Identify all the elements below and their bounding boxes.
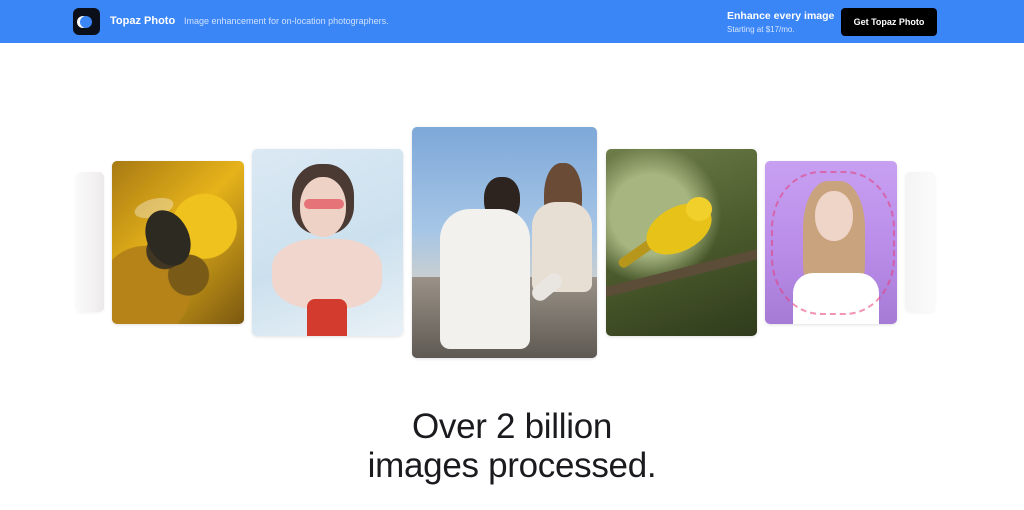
carousel-image-woman-purple[interactable] [765,161,897,324]
carousel-image-featured[interactable] [412,127,597,358]
topaz-logo-icon[interactable] [73,8,100,35]
carousel-image-bee[interactable] [112,161,244,324]
carousel-image-faded-left[interactable] [76,172,104,312]
portrait-eye-makeup [304,199,344,209]
portrait-dress [307,299,347,336]
hero-headline-line2: images processed. [367,446,657,485]
pink-scribble-overlay [771,171,895,315]
top-banner: Topaz Photo Image enhancement for on-loc… [0,0,1024,43]
get-topaz-photo-button[interactable]: Get Topaz Photo [841,8,937,36]
carousel-image-bird[interactable] [606,149,757,336]
featured-person1 [440,209,530,349]
promo-price: Starting at $17/mo. [727,25,795,34]
brand-name[interactable]: Topaz Photo [110,15,175,27]
carousel-image-portrait[interactable] [252,149,403,336]
logo-mark [80,16,92,28]
hero-headline-line1: Over 2 billion [411,407,613,446]
brand-tagline: Image enhancement for on-location photog… [184,16,389,26]
bird-head [686,197,712,221]
promo-title: Enhance every image [727,10,835,22]
carousel-image-faded-right[interactable] [905,172,935,312]
